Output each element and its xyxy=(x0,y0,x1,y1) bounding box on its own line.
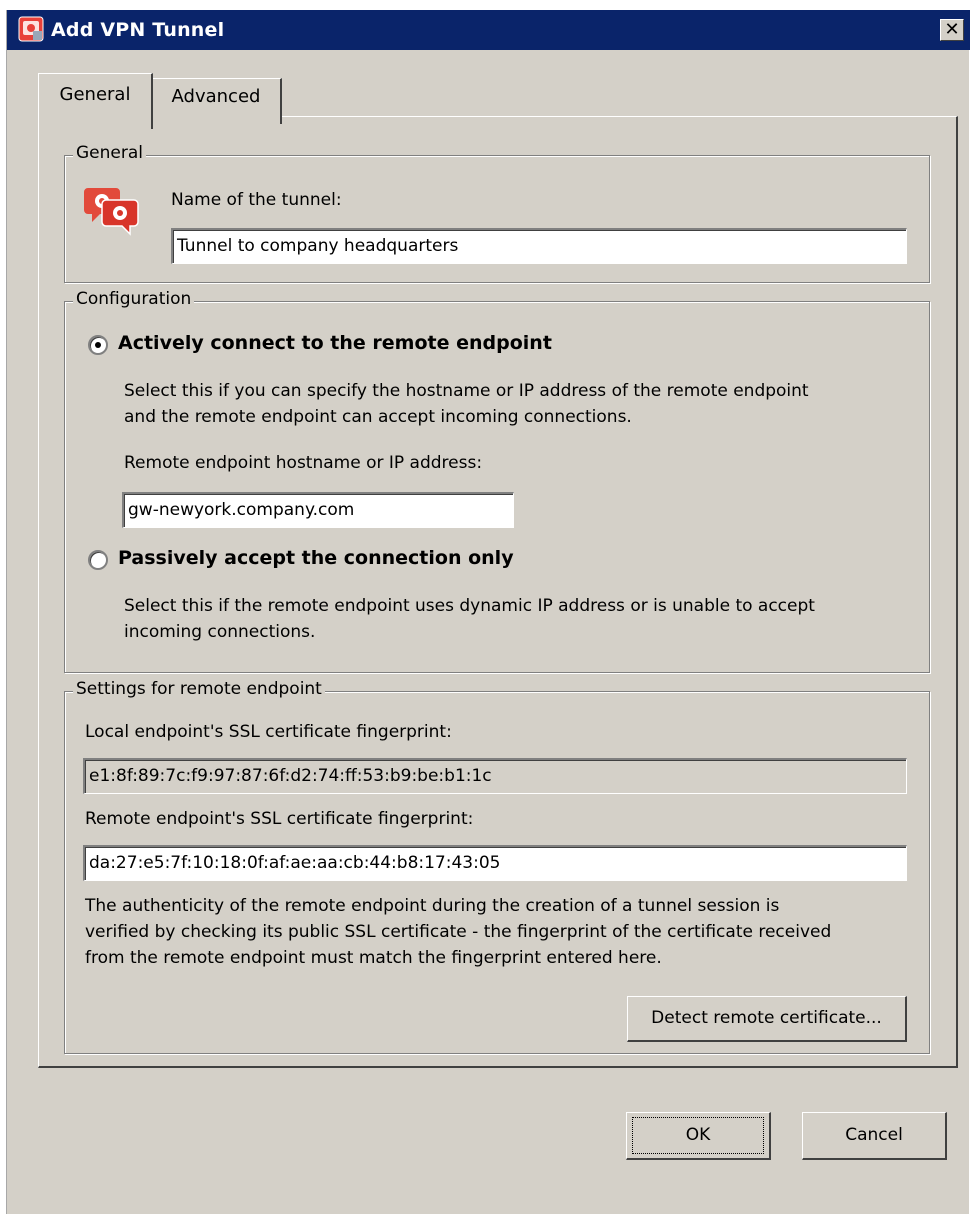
ok-button[interactable]: OK xyxy=(626,1112,771,1160)
app-icon xyxy=(18,16,44,42)
close-icon: ✕ xyxy=(944,19,960,40)
close-button[interactable]: ✕ xyxy=(940,19,964,41)
tab-advanced[interactable]: Advanced xyxy=(152,78,282,124)
window-title: Add VPN Tunnel xyxy=(51,19,225,41)
title-bar[interactable]: Add VPN Tunnel ✕ xyxy=(7,10,970,50)
ok-button-label: OK xyxy=(632,1117,764,1154)
tab-general[interactable]: General xyxy=(38,73,153,129)
general-tab-panel xyxy=(38,116,958,1068)
dialog-window: Add VPN Tunnel ✕ General Advanced Genera… xyxy=(6,10,970,1214)
cancel-button[interactable]: Cancel xyxy=(802,1112,947,1160)
